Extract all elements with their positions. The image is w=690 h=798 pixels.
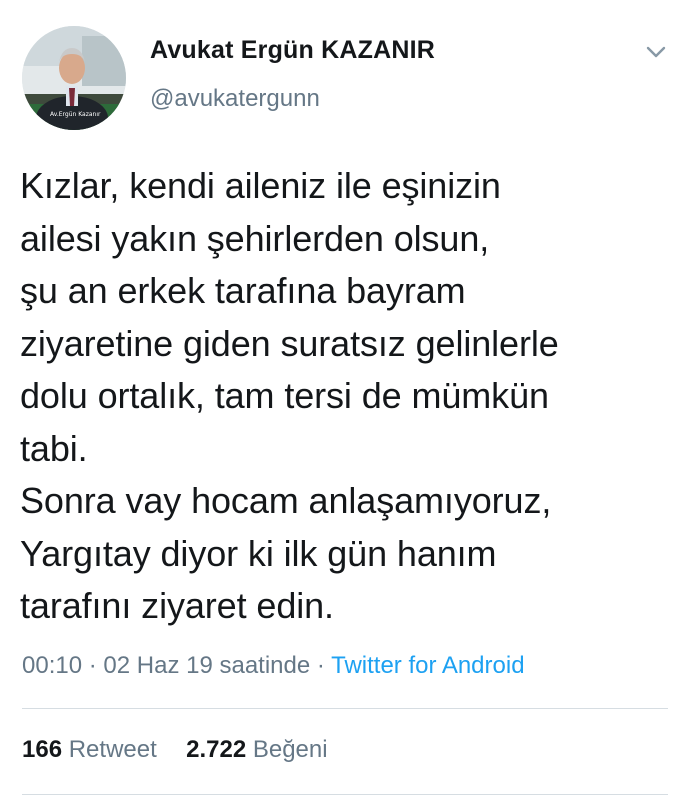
tweet-card: Av.Ergün Kazanır Avukat Ergün KAZANIR @a… — [0, 0, 690, 798]
tweet-source-link[interactable]: Twitter for Android — [331, 652, 524, 679]
avatar[interactable]: Av.Ergün Kazanır — [22, 26, 126, 130]
retweet-label: Retweet — [68, 736, 157, 763]
retweet-stat[interactable]: 166 Retweet — [22, 736, 163, 763]
chevron-down-icon — [646, 46, 666, 58]
avatar-caption: Av.Ergün Kazanır — [50, 111, 101, 118]
like-stat[interactable]: 2.722 Beğeni — [186, 736, 327, 763]
tweet-date[interactable]: 02 Haz 19 saatinde — [103, 652, 310, 679]
retweet-count: 166 — [22, 736, 63, 763]
like-count: 2.722 — [186, 736, 247, 763]
tweet-stats: 166 Retweet 2.722 Beğeni — [22, 736, 328, 764]
meta-separator: · — [316, 652, 325, 679]
tweet-time[interactable]: 00:10 — [22, 652, 82, 679]
tweet-menu-button[interactable] — [640, 40, 672, 64]
author-display-name[interactable]: Avukat Ergün KAZANIR — [150, 36, 435, 65]
author-handle[interactable]: @avukatergunn — [150, 85, 320, 113]
tweet-metadata: 00:10 · 02 Haz 19 saatinde · Twitter for… — [22, 652, 525, 680]
like-label: Beğeni — [252, 736, 328, 763]
divider — [22, 794, 668, 795]
tweet-text: Kızlar, kendi aileniz ile eşinizin ailes… — [20, 165, 559, 626]
meta-separator: · — [88, 652, 97, 679]
divider — [22, 708, 668, 709]
